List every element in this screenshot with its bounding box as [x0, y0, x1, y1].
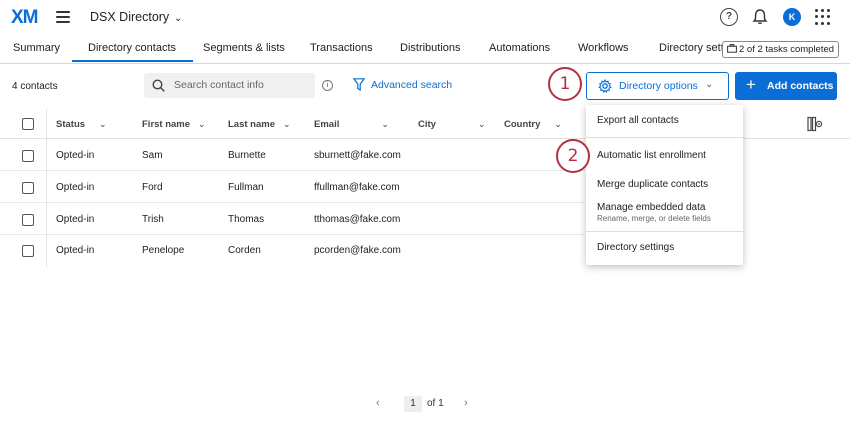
tab-workflows[interactable]: Workflows: [578, 42, 629, 54]
contact-count: 4 contacts: [12, 81, 58, 92]
cell-email: tthomas@fake.com: [314, 214, 401, 225]
search-placeholder: Search contact info: [174, 79, 264, 91]
tab-directory-settings[interactable]: Directory setti: [659, 42, 726, 54]
cell-first-name: Penelope: [142, 245, 185, 256]
menu-item-subtitle: Rename, merge, or delete fields: [597, 214, 711, 223]
page-total: of 1: [427, 398, 444, 409]
current-page[interactable]: 1: [404, 396, 422, 412]
column-header-status[interactable]: Status ⌄: [56, 119, 107, 130]
plus-icon: +: [746, 75, 756, 94]
column-header-city[interactable]: City ⌄: [418, 119, 486, 130]
cell-status: Opted-in: [56, 150, 95, 161]
project-name: DSX Directory: [90, 10, 170, 24]
tasks-completed-text: 2 of 2 tasks completed: [739, 44, 835, 55]
row-checkbox[interactable]: [22, 245, 34, 257]
column-header-label: First name: [142, 119, 191, 130]
cell-last-name: Burnette: [228, 150, 266, 161]
column-header-country[interactable]: Country ⌄: [504, 119, 562, 130]
row-checkbox[interactable]: [22, 182, 34, 194]
select-all-checkbox[interactable]: [22, 118, 34, 130]
cell-status: Opted-in: [56, 214, 95, 225]
tab-transactions[interactable]: Transactions: [310, 42, 373, 54]
cell-email: pcorden@fake.com: [314, 245, 401, 256]
table-row[interactable]: Opted-in Trish Thomas tthomas@fake.com: [0, 204, 585, 235]
advanced-search-link[interactable]: Advanced search: [352, 78, 453, 92]
directory-options-button[interactable]: Directory options ⌄: [586, 72, 729, 100]
hamburger-menu-icon[interactable]: [56, 11, 70, 23]
cell-first-name: Sam: [142, 150, 163, 161]
menu-divider: [586, 231, 743, 232]
cell-last-name: Fullman: [228, 182, 264, 193]
search-input[interactable]: Search contact info: [144, 73, 315, 98]
add-contacts-label: Add contacts: [767, 80, 834, 92]
callout-step-2: 2: [556, 139, 590, 173]
chevron-down-icon: ⌄: [171, 13, 183, 24]
top-bar: XM DSX Directory ⌄ ? K: [0, 0, 850, 36]
cell-email: ffullman@fake.com: [314, 182, 400, 193]
menu-item-label: Manage embedded data: [597, 202, 706, 213]
tab-segments-lists[interactable]: Segments & lists: [203, 42, 285, 54]
menu-item-export-all-contacts[interactable]: Export all contacts: [597, 115, 679, 126]
next-page-icon[interactable]: ›: [464, 397, 468, 409]
cell-first-name: Trish: [142, 214, 164, 225]
cell-email: sburnett@fake.com: [314, 150, 401, 161]
filter-icon: [352, 78, 366, 92]
sort-chevron-icon: ⌄: [99, 119, 107, 129]
column-header-label: Email: [314, 119, 340, 130]
column-header-label: Country: [504, 119, 541, 130]
column-header-email[interactable]: Email ⌄: [314, 119, 389, 130]
directory-options-menu: Export all contacts Automatic list enrol…: [586, 105, 743, 265]
tab-automations[interactable]: Automations: [489, 42, 550, 54]
pagination: ‹ 1 of 1 ›: [374, 396, 474, 412]
column-header-last-name[interactable]: Last name ⌄: [228, 119, 291, 130]
menu-divider: [586, 137, 743, 138]
table-row[interactable]: Opted-in Ford Fullman ffullman@fake.com: [0, 172, 585, 203]
column-header-label: Status: [56, 119, 86, 130]
menu-item-directory-settings[interactable]: Directory settings: [597, 242, 674, 253]
table-row[interactable]: Opted-in Penelope Corden pcorden@fake.co…: [0, 235, 585, 266]
bell-icon[interactable]: [752, 8, 770, 26]
cell-first-name: Ford: [142, 182, 163, 193]
column-header-label: Last name: [228, 119, 275, 130]
sort-chevron-icon: ⌄: [198, 119, 206, 129]
cell-last-name: Corden: [228, 245, 261, 256]
tab-directory-contacts[interactable]: Directory contacts: [72, 42, 194, 62]
table-row[interactable]: Opted-in Sam Burnette sburnett@fake.com: [0, 140, 585, 171]
directory-options-label: Directory options: [619, 80, 698, 92]
chevron-down-icon: ⌄: [705, 79, 714, 90]
sort-chevron-icon: ⌄: [554, 119, 562, 129]
cell-status: Opted-in: [56, 182, 95, 193]
row-checkbox[interactable]: [22, 214, 34, 226]
cell-status: Opted-in: [56, 245, 95, 256]
menu-item-merge-duplicate-contacts[interactable]: Merge duplicate contacts: [597, 179, 708, 190]
row-checkbox[interactable]: [22, 150, 34, 162]
sort-chevron-icon: ⌄: [477, 119, 486, 129]
cell-last-name: Thomas: [228, 214, 265, 225]
advanced-search-label: Advanced search: [371, 79, 453, 91]
column-settings-icon[interactable]: [807, 116, 823, 137]
briefcase-icon: [727, 44, 737, 53]
tab-distributions[interactable]: Distributions: [400, 42, 461, 54]
project-selector[interactable]: DSX Directory ⌄: [90, 10, 182, 24]
callout-step-1: 1: [548, 67, 582, 101]
sort-chevron-icon: ⌄: [381, 119, 389, 129]
sort-chevron-icon: ⌄: [283, 119, 291, 129]
menu-item-automatic-list-enrollment[interactable]: Automatic list enrollment: [597, 150, 706, 161]
info-icon[interactable]: i: [322, 80, 333, 91]
tasks-completed-badge[interactable]: 2 of 2 tasks completed: [722, 41, 840, 58]
app-grid-icon[interactable]: [815, 9, 831, 25]
column-header-label: City: [418, 119, 436, 130]
column-header-first-name[interactable]: First name ⌄: [142, 119, 206, 130]
xm-logo[interactable]: XM: [11, 7, 38, 29]
help-icon[interactable]: ?: [720, 8, 738, 26]
prev-page-icon[interactable]: ‹: [376, 397, 380, 409]
menu-item-manage-embedded-data[interactable]: Manage embedded data Rename, merge, or d…: [597, 202, 711, 223]
add-contacts-button[interactable]: + Add contacts: [735, 72, 837, 100]
avatar[interactable]: K: [783, 8, 801, 26]
tab-summary[interactable]: Summary: [13, 42, 60, 54]
search-icon: [152, 79, 165, 92]
gear-icon: [598, 79, 612, 93]
